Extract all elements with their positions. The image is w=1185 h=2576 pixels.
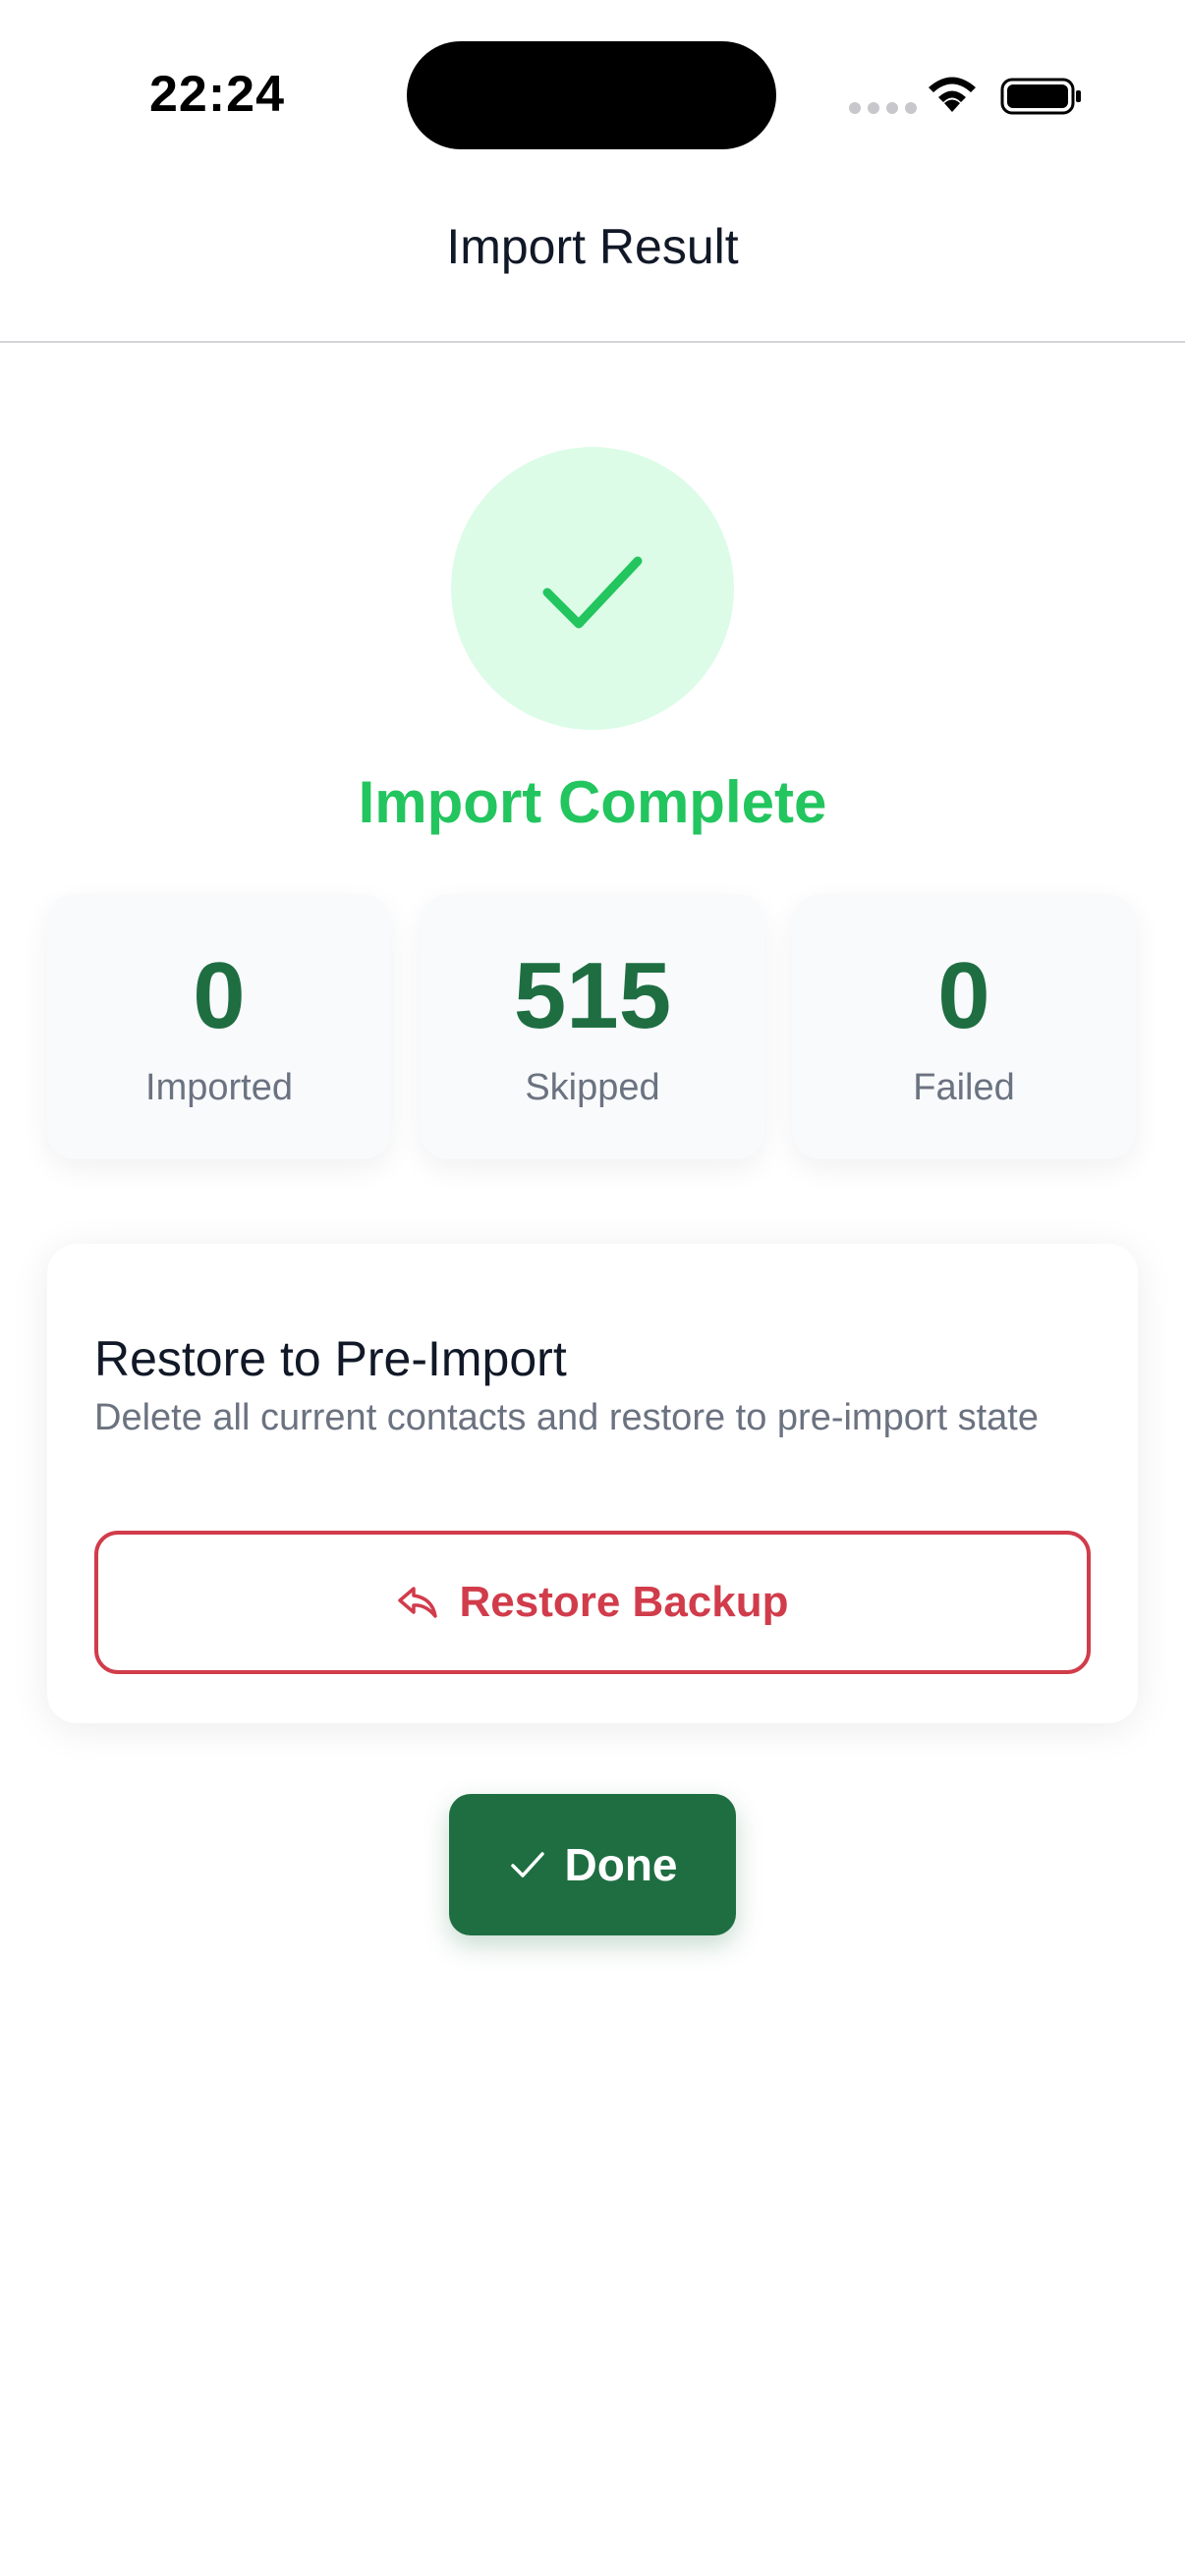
status-time: 22:24 (149, 66, 285, 123)
battery-icon (1000, 78, 1081, 115)
checkmark-stroke (542, 556, 643, 629)
wifi-icon (929, 77, 976, 112)
import-result-screen: 22:24 Import Result Import Complete 0 Im… (0, 0, 1185, 2576)
checkmark-icon (510, 1852, 544, 1877)
stat-card-failed: 0 Failed (792, 894, 1136, 1159)
stat-label: Skipped (525, 1067, 660, 1108)
stat-card-imported: 0 Imported (47, 894, 391, 1159)
restore-title: Restore to Pre-Import (94, 1331, 567, 1386)
stat-card-skipped: 515 Skipped (421, 894, 764, 1159)
stat-label: Imported (145, 1067, 293, 1108)
stat-value: 0 (937, 943, 990, 1048)
stat-label: Failed (913, 1067, 1015, 1108)
stat-value: 0 (193, 943, 246, 1048)
done-button[interactable]: Done (449, 1794, 736, 1935)
nav-divider (0, 341, 1185, 343)
checkmark-icon (542, 556, 643, 629)
restore-backup-label: Restore Backup (459, 1578, 789, 1626)
dynamic-island (407, 41, 776, 149)
reply-arrow-icon (398, 1587, 438, 1618)
stat-value: 515 (513, 943, 672, 1048)
restore-card: Restore to Pre-Import Delete all current… (47, 1244, 1138, 1723)
result-title: Import Complete (358, 769, 827, 835)
cellular-signal-icon (849, 102, 917, 114)
page-title: Import Result (446, 219, 739, 274)
done-label: Done (564, 1839, 678, 1890)
success-badge (451, 447, 734, 730)
restore-backup-button[interactable]: Restore Backup (94, 1531, 1091, 1674)
restore-description: Delete all current contacts and restore … (94, 1397, 1040, 1438)
